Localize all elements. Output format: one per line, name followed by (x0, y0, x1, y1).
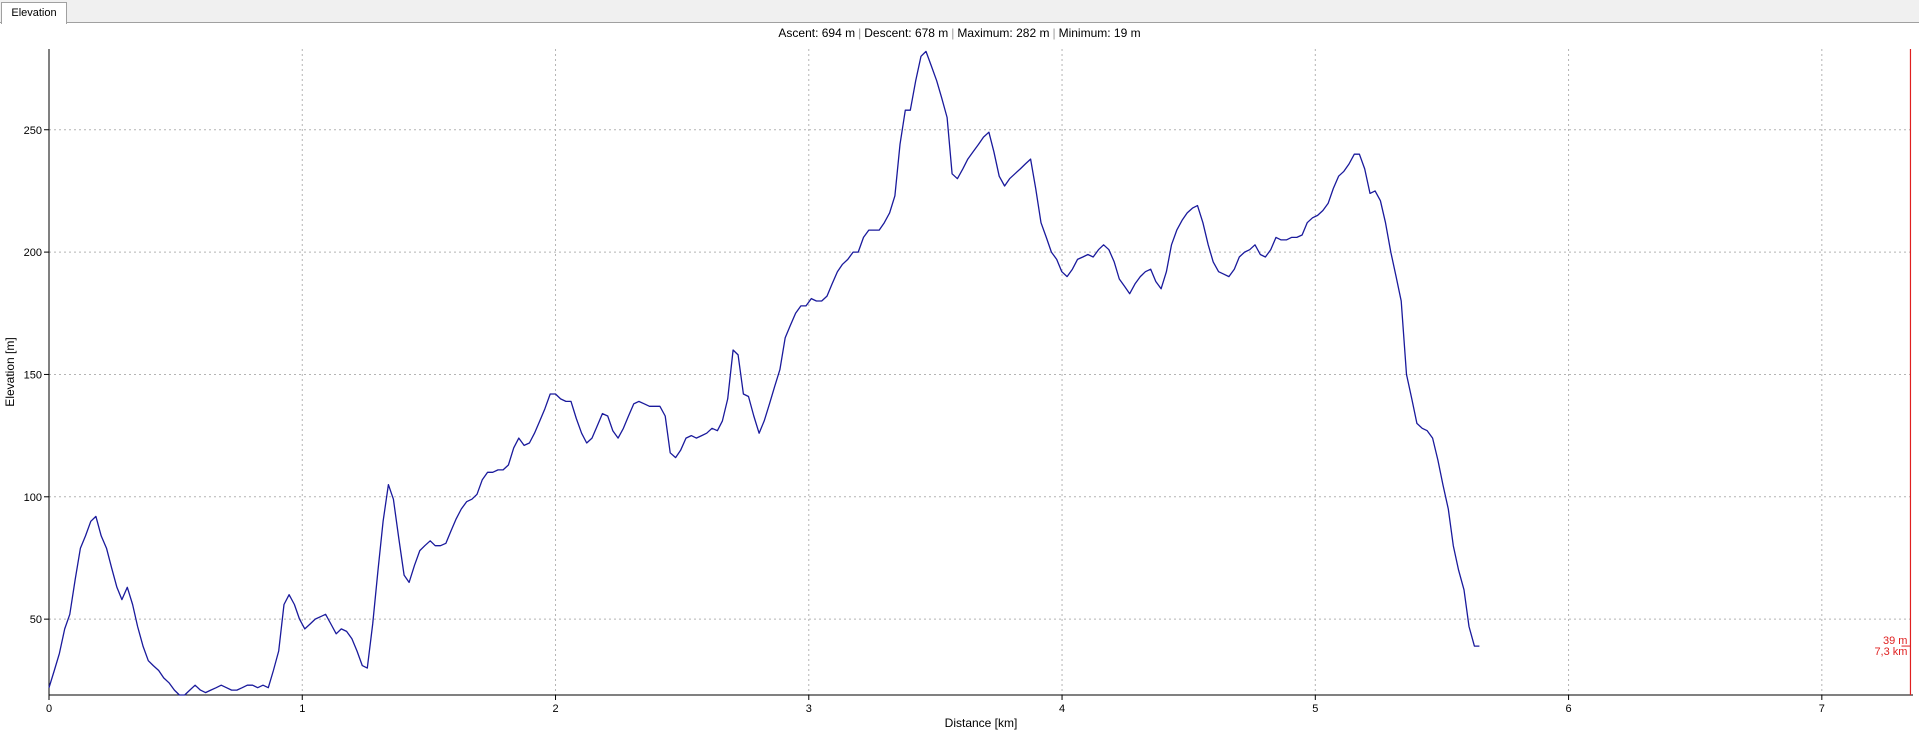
grid-lines (49, 49, 1913, 695)
x-tick-label: 0 (46, 703, 52, 715)
elevation-line (48, 50, 1480, 696)
x-tick-label: 4 (1059, 703, 1065, 715)
elevation-chart: 0 1 2 3 4 5 6 7 50 100 150 200 250 Distance [km] El… (0, 0, 1919, 741)
x-axis-ticks: 0 1 2 3 4 5 6 7 (46, 695, 1825, 715)
x-tick-label: 5 (1312, 703, 1318, 715)
y-tick-label: 50 (30, 614, 42, 626)
x-tick-label: 6 (1566, 703, 1572, 715)
y-axis-ticks: 50 100 150 200 250 (24, 125, 49, 626)
y-tick-label: 100 (24, 492, 42, 504)
y-tick-label: 150 (24, 369, 42, 381)
y-tick-label: 250 (24, 125, 42, 137)
elevation-series (48, 50, 1480, 696)
x-tick-label: 3 (806, 703, 812, 715)
y-axis-label: Elevation [m] (3, 337, 17, 406)
x-tick-label: 7 (1819, 703, 1825, 715)
distance-cursor[interactable] (1901, 49, 1912, 695)
x-axis-label: Distance [km] (945, 716, 1018, 730)
cursor-distance-label: 7,3 km (1874, 646, 1907, 658)
elevation-chart-svg: 0 1 2 3 4 5 6 7 50 100 150 200 250 Distance [km] El… (3, 49, 1913, 730)
x-tick-label: 2 (552, 703, 558, 715)
x-tick-label: 1 (299, 703, 305, 715)
y-tick-label: 200 (24, 247, 42, 259)
chart-axes (48, 49, 1913, 696)
